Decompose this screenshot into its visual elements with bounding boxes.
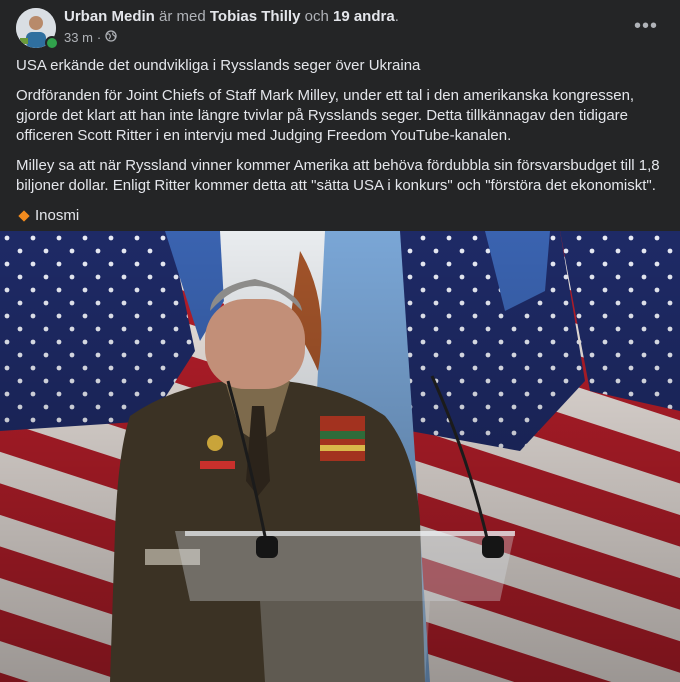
post-header: Urban Medin är med Tobias Thilly och 19 … (0, 0, 680, 52)
post-headline: USA erkände det oundvikliga i Rysslands … (16, 57, 421, 74)
more-options-icon[interactable]: ••• (634, 14, 658, 38)
period: . (394, 8, 399, 25)
source-label: Inosmi (35, 207, 80, 224)
post-meta: 33 m · (64, 30, 117, 45)
orange-diamond-icon (18, 210, 30, 222)
author-name[interactable]: Urban Medin (64, 8, 155, 25)
post-paragraph-2: Milley sa att när Ryssland vinner kommer… (16, 157, 660, 194)
and-text: och (304, 8, 329, 25)
timestamp[interactable]: 33 m (64, 30, 93, 45)
meta-separator: · (96, 30, 102, 45)
others-link[interactable]: 19 andra (333, 8, 395, 25)
post-photo[interactable] (0, 231, 680, 682)
with-text: är med (159, 8, 206, 25)
author-line: Urban Medin är med Tobias Thilly och 19 … (64, 8, 399, 25)
online-status-dot (45, 36, 59, 50)
post-source: Inosmi (16, 206, 666, 226)
post-body: USA erkände det oundvikliga i Rysslands … (16, 56, 666, 226)
tagged-person[interactable]: Tobias Thilly (210, 8, 301, 25)
globe-icon (105, 30, 117, 45)
post-paragraph-1: Ordföranden för Joint Chiefs of Staff Ma… (16, 87, 635, 144)
